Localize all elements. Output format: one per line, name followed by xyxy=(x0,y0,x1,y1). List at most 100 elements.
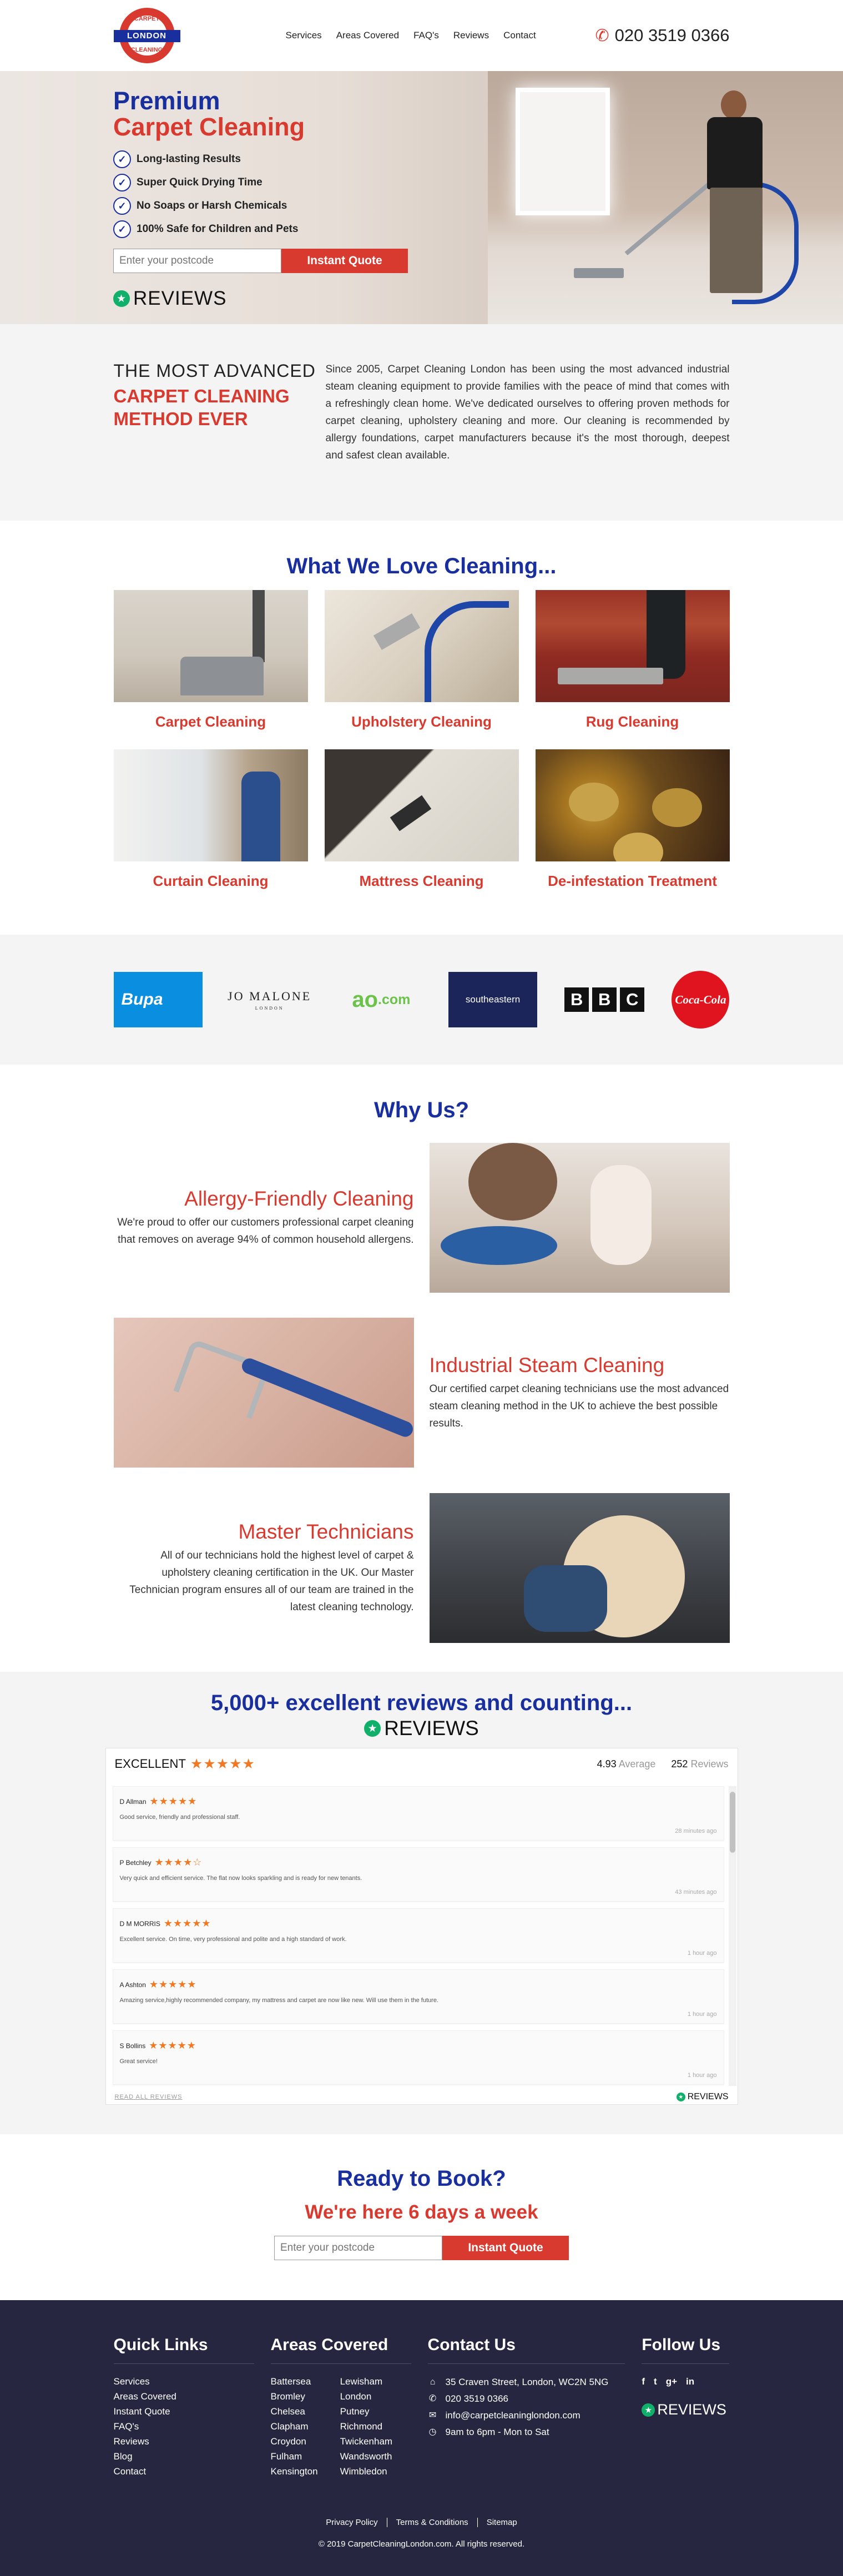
service-name: Curtain Cleaning xyxy=(153,873,269,889)
area-link[interactable]: Chelsea xyxy=(271,2404,318,2419)
hero-postcode-input[interactable] xyxy=(113,249,281,273)
service-card-curtain[interactable]: Curtain Cleaning xyxy=(113,749,308,890)
area-link[interactable]: London xyxy=(340,2389,392,2404)
footer-link-blog[interactable]: Blog xyxy=(114,2449,254,2464)
terms-link[interactable]: Terms & Conditions xyxy=(387,2518,478,2527)
check-icon: ✓ xyxy=(113,197,131,215)
site-logo[interactable]: CARPET LONDON CLEANING xyxy=(113,8,180,63)
jo-malone-logo: JO MALONE LONDON xyxy=(228,989,312,1011)
feature-title: Industrial Steam Cleaning xyxy=(429,1353,665,1377)
google-plus-icon[interactable]: g+ xyxy=(666,2374,677,2389)
services-title: What We Love Cleaning... xyxy=(286,554,557,578)
advanced-method-section: THE MOST ADVANCED CARPET CLEANING METHOD… xyxy=(0,324,843,521)
review-stars: ★★★★★ xyxy=(149,1979,197,1990)
widget-brand[interactable]: ★ REVIEWS xyxy=(676,2092,729,2102)
footer-link-instant-quote[interactable]: Instant Quote xyxy=(114,2404,254,2419)
hero-section: Premium Carpet Cleaning ✓ Long-lasting Re… xyxy=(0,71,843,324)
booking-postcode-input[interactable] xyxy=(274,2236,442,2260)
area-link[interactable]: Putney xyxy=(340,2404,392,2419)
service-card-carpet[interactable]: Carpet Cleaning xyxy=(113,590,308,730)
privacy-policy-link[interactable]: Privacy Policy xyxy=(317,2518,387,2527)
home-icon: ⌂ xyxy=(430,2377,436,2387)
footer-link-faqs[interactable]: FAQ's xyxy=(114,2419,254,2434)
area-link[interactable]: Twickenham xyxy=(340,2434,392,2449)
review-stars: ★★★★★ xyxy=(149,1796,198,1807)
service-card-mattress[interactable]: Mattress Cleaning xyxy=(324,749,519,890)
phone-icon: ✆ xyxy=(595,26,609,45)
nav-contact[interactable]: Contact xyxy=(503,30,536,41)
booking-section: Ready to Book? We're here 6 days a week … xyxy=(0,2134,843,2300)
area-link[interactable]: Clapham xyxy=(271,2419,318,2434)
twitter-icon[interactable]: t xyxy=(654,2374,657,2389)
review-time: 1 hour ago xyxy=(687,2011,717,2018)
service-card-rug[interactable]: Rug Cleaning xyxy=(535,590,730,730)
feature-text: Industrial Steam Cleaning Our certified … xyxy=(430,1354,730,1432)
rating-label: EXCELLENT xyxy=(114,1757,186,1771)
footer-follow-title: Follow Us xyxy=(642,2336,730,2364)
footer-reviews-logo[interactable]: ★ REVIEWS xyxy=(642,2401,729,2418)
area-link[interactable]: Wimbledon xyxy=(340,2464,392,2479)
service-card-deinfestation[interactable]: De-infestation Treatment xyxy=(535,749,730,890)
linkedin-icon[interactable]: in xyxy=(686,2374,694,2389)
facebook-icon[interactable]: f xyxy=(642,2374,645,2389)
southeastern-logo: southeastern xyxy=(448,972,538,1027)
hero-instant-quote-button[interactable]: Instant Quote xyxy=(281,249,408,273)
area-link[interactable]: Battersea xyxy=(271,2374,318,2389)
footer-link-areas-covered[interactable]: Areas Covered xyxy=(114,2389,254,2404)
advanced-big-heading-line2: METHOD EVER xyxy=(113,409,248,429)
reviewer-name: D M MORRIS xyxy=(119,1919,160,1928)
review-text: Amazing service,highly recommended compa… xyxy=(119,1997,439,2004)
footer-email[interactable]: ✉ info@carpetcleaninglondon.com xyxy=(428,2407,625,2424)
booking-instant-quote-button[interactable]: Instant Quote xyxy=(442,2236,569,2260)
area-link[interactable]: Richmond xyxy=(340,2419,392,2434)
footer-quick-links: Quick Links Services Areas Covered Insta… xyxy=(113,2336,254,2479)
footer-link-contact[interactable]: Contact xyxy=(114,2464,254,2479)
steam-cleaning-image xyxy=(113,1318,414,1468)
master-technicians-image xyxy=(429,1493,730,1643)
read-all-reviews-link[interactable]: READ ALL REVIEWS xyxy=(115,2094,183,2100)
header-phone[interactable]: ✆ 020 3519 0366 xyxy=(595,26,729,46)
reviews-scrollbar[interactable] xyxy=(728,1786,736,2086)
area-link[interactable]: Wandsworth xyxy=(340,2449,392,2464)
reviews-list[interactable]: D Allman ★★★★★ Good service, friendly and… xyxy=(112,1786,724,2086)
coca-cola-logo: Coca-Cola xyxy=(672,971,730,1029)
feature-master-technicians: Master Technicians All of our technician… xyxy=(114,1493,730,1643)
footer-quick-links-title: Quick Links xyxy=(113,2336,254,2364)
feature-allergy-friendly: Allergy-Friendly Cleaning We're proud to… xyxy=(114,1143,730,1293)
reviewer-name: A Ashton xyxy=(119,1980,146,1989)
hero-reviews-logo[interactable]: ★ REVIEWS xyxy=(113,288,446,310)
upholstery-cleaning-image xyxy=(324,590,519,702)
scrollbar-thumb[interactable] xyxy=(729,1792,735,1853)
hero-cleaning-tool xyxy=(574,268,624,278)
advanced-big-heading-line1: CARPET CLEANING xyxy=(113,386,290,406)
footer-link-services[interactable]: Services xyxy=(114,2374,254,2389)
hero-window xyxy=(516,88,610,215)
social-links: f t g+ in xyxy=(642,2374,729,2389)
area-link[interactable]: Bromley xyxy=(271,2389,318,2404)
footer-link-reviews[interactable]: Reviews xyxy=(114,2434,254,2449)
nav-faqs[interactable]: FAQ's xyxy=(413,30,439,41)
logo-top-text: CARPET xyxy=(134,16,160,22)
review-count: 252 Reviews xyxy=(671,1758,729,1770)
benefit-item: ✓ No Soaps or Harsh Chemicals xyxy=(113,194,446,218)
sitemap-link[interactable]: Sitemap xyxy=(478,2518,526,2527)
review-item: S Bollins ★★★★★ Great service! 1 hour ago xyxy=(112,2030,724,2085)
area-link[interactable]: Croydon xyxy=(271,2434,318,2449)
reviews-logo[interactable]: ★ REVIEWS xyxy=(0,1717,843,1740)
reviewer-name: D Allman xyxy=(119,1797,147,1806)
footer-phone[interactable]: ✆ 020 3519 0366 xyxy=(428,2391,625,2407)
nav-services[interactable]: Services xyxy=(286,30,322,41)
booking-title: Ready to Book? xyxy=(337,2166,506,2191)
feature-steam-cleaning: Industrial Steam Cleaning Our certified … xyxy=(113,1318,730,1468)
service-card-upholstery[interactable]: Upholstery Cleaning xyxy=(324,590,519,730)
service-name: Mattress Cleaning xyxy=(359,873,484,889)
area-link[interactable]: Fulham xyxy=(271,2449,318,2464)
nav-reviews[interactable]: Reviews xyxy=(453,30,489,41)
area-link[interactable]: Kensington xyxy=(271,2464,318,2479)
footer-follow: Follow Us f t g+ in ★ REVIEWS xyxy=(642,2336,730,2479)
review-time: 28 minutes ago xyxy=(675,1828,717,1834)
site-header: CARPET LONDON CLEANING Services Areas Co… xyxy=(0,0,843,71)
area-link[interactable]: Lewisham xyxy=(340,2374,392,2389)
reviews-widget-header: EXCELLENT ★★★★★ 4.93 Average 252 Reviews xyxy=(106,1748,738,1779)
nav-areas-covered[interactable]: Areas Covered xyxy=(336,30,399,41)
